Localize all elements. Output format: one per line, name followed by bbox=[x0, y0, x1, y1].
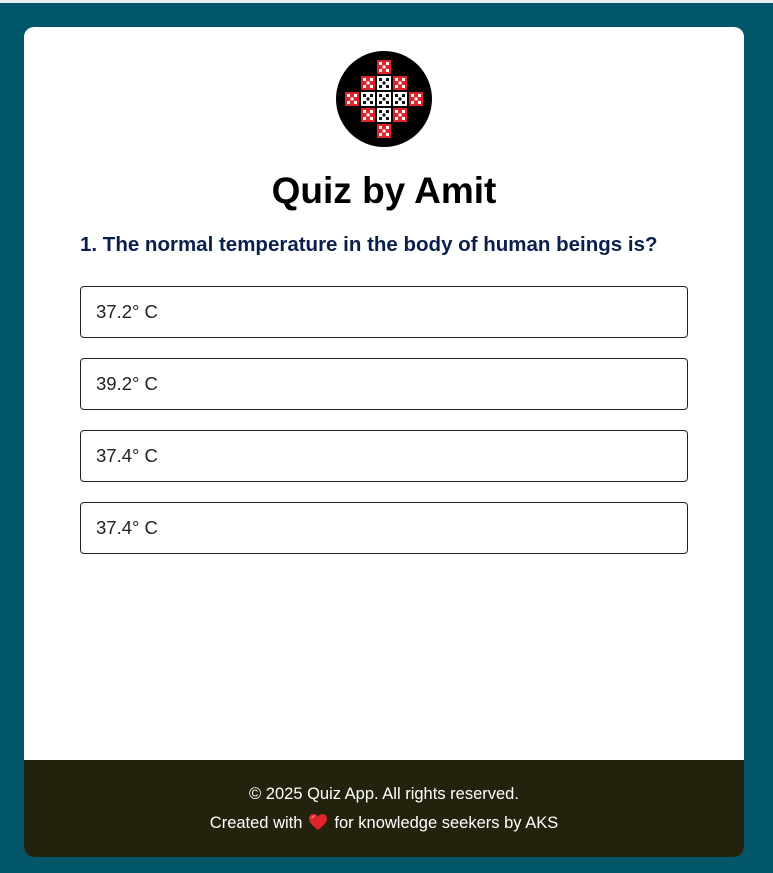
answer-option-4[interactable]: 37.4° C bbox=[80, 502, 688, 554]
answer-option-label: 37.4° C bbox=[96, 517, 158, 538]
window-top-border bbox=[0, 0, 773, 3]
answer-option-3[interactable]: 37.4° C bbox=[80, 430, 688, 482]
app-title: Quiz by Amit bbox=[271, 170, 497, 211]
answer-option-1[interactable]: 37.2° C bbox=[80, 286, 688, 338]
answer-option-label: 37.4° C bbox=[96, 445, 158, 466]
footer-credits: Created with for knowledge seekers by AKS bbox=[24, 813, 744, 836]
footer-copyright: © 2025 Quiz App. All rights reserved. bbox=[249, 785, 519, 803]
answer-option-label: 37.2° C bbox=[96, 301, 158, 322]
quiz-logo-icon bbox=[336, 51, 432, 147]
footer-created-suffix: for knowledge seekers by AKS bbox=[334, 814, 559, 832]
footer-created-prefix: Created with bbox=[209, 814, 303, 832]
question-text: 1. The normal temperature in the body of… bbox=[80, 233, 658, 256]
answer-option-2[interactable]: 39.2° C bbox=[80, 358, 688, 410]
heart-icon bbox=[308, 813, 328, 836]
answer-option-label: 39.2° C bbox=[96, 373, 158, 394]
quiz-card: Quiz by Amit 1. The normal temperature i… bbox=[24, 27, 744, 857]
footer: © 2025 Quiz App. All rights reserved. Cr… bbox=[24, 760, 744, 857]
